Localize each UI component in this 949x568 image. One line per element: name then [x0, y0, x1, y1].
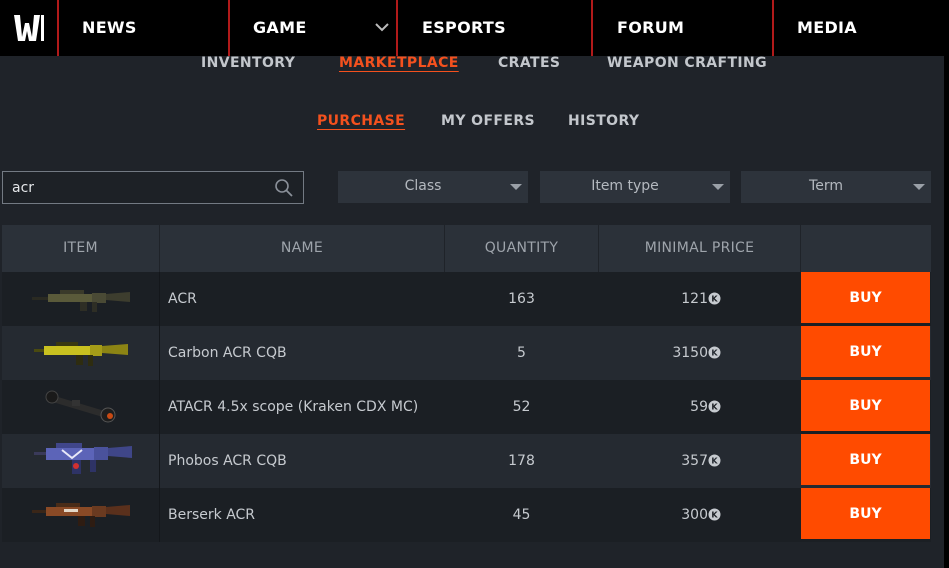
- top-navigation: NEWS GAME ESPORTS FORUM MEDIA: [0, 0, 949, 56]
- tab-purchase[interactable]: PURCHASE: [317, 113, 405, 129]
- column-header-item: ITEM: [63, 240, 98, 256]
- item-quantity: 52: [512, 399, 531, 415]
- class-filter-select[interactable]: Class: [338, 171, 528, 203]
- cell-divider: [159, 380, 160, 434]
- page-edge: [944, 0, 949, 568]
- item-type-filter-label: Item type: [591, 178, 659, 194]
- buy-button[interactable]: BUY: [801, 272, 930, 323]
- item-image: [2, 488, 159, 542]
- caret-down-icon: [913, 184, 925, 190]
- scope-icon: [45, 390, 116, 423]
- table-header: ITEM NAME QUANTITY MINIMAL PRICE: [2, 225, 931, 272]
- search-input[interactable]: [12, 177, 262, 199]
- item-name: Berserk ACR: [168, 507, 256, 523]
- nav-separator: [772, 0, 774, 56]
- item-quantity: 5: [517, 345, 526, 361]
- subnav-inventory[interactable]: INVENTORY: [201, 55, 295, 71]
- warface-logo-icon[interactable]: [0, 0, 57, 56]
- svg-text:K: K: [711, 457, 718, 466]
- kredit-coin-icon: K: [708, 454, 721, 467]
- svg-text:K: K: [711, 295, 718, 304]
- cell-divider: [159, 434, 160, 488]
- term-filter-select[interactable]: Term: [741, 171, 931, 203]
- item-name: Phobos ACR CQB: [168, 453, 287, 469]
- item-image: [2, 380, 159, 434]
- search-icon[interactable]: [274, 178, 294, 198]
- item-quantity: 163: [508, 291, 535, 307]
- nav-media[interactable]: MEDIA: [797, 0, 857, 56]
- kredit-coin-icon: K: [708, 508, 721, 521]
- subnav-marketplace[interactable]: MARKETPLACE: [339, 55, 459, 71]
- item-name: ATACR 4.5x scope (Kraken CDX MC): [168, 399, 419, 415]
- tab-history[interactable]: HISTORY: [568, 113, 639, 129]
- kredit-coin-icon: K: [708, 292, 721, 305]
- table-row: ATACR 4.5x scope (Kraken CDX MC) 52 59 K…: [2, 380, 931, 434]
- svg-text:K: K: [711, 403, 718, 412]
- item-image: [2, 326, 159, 380]
- acr-rifle-icon: [32, 290, 130, 312]
- item-price: 300: [681, 507, 708, 523]
- buy-button[interactable]: BUY: [801, 488, 930, 539]
- svg-text:K: K: [711, 349, 718, 358]
- item-image: [2, 434, 159, 488]
- table-row: ACR 163 121 K BUY: [2, 272, 931, 326]
- cell-divider: [159, 326, 160, 380]
- column-header-name: NAME: [280, 240, 324, 256]
- subnav-weapon-crafting[interactable]: WEAPON CRAFTING: [607, 55, 767, 71]
- column-divider: [800, 225, 801, 272]
- term-filter-label: Term: [809, 178, 843, 194]
- nav-game[interactable]: GAME: [253, 0, 307, 56]
- nav-separator: [57, 0, 59, 56]
- nav-separator: [396, 0, 398, 56]
- table-row: Phobos ACR CQB 178 357 K BUY: [2, 434, 931, 488]
- nav-forum[interactable]: FORUM: [617, 0, 684, 56]
- buy-button[interactable]: BUY: [801, 326, 930, 377]
- item-name: Carbon ACR CQB: [168, 345, 287, 361]
- column-header-minimal-price: MINIMAL PRICE: [644, 240, 755, 256]
- item-quantity: 45: [512, 507, 531, 523]
- buy-button[interactable]: BUY: [801, 380, 930, 431]
- nav-news[interactable]: NEWS: [82, 0, 137, 56]
- cell-divider: [159, 488, 160, 542]
- table-row: Carbon ACR CQB 5 3150 K BUY: [2, 326, 931, 380]
- item-name: ACR: [168, 291, 197, 307]
- nav-separator: [228, 0, 230, 56]
- phobos-acr-cqb-icon: [34, 443, 132, 474]
- cell-divider: [159, 272, 160, 326]
- nav-separator: [591, 0, 593, 56]
- column-header-quantity: QUANTITY: [484, 240, 559, 256]
- tab-my-offers[interactable]: MY OFFERS: [441, 113, 535, 129]
- table-row: Berserk ACR 45 300 K BUY: [2, 488, 931, 542]
- search-box: [2, 171, 304, 204]
- kredit-coin-icon: K: [708, 400, 721, 413]
- nav-esports[interactable]: ESPORTS: [422, 0, 506, 56]
- buy-button[interactable]: BUY: [801, 434, 930, 485]
- item-type-filter-select[interactable]: Item type: [540, 171, 730, 203]
- carbon-acr-cqb-icon: [34, 342, 128, 366]
- class-filter-label: Class: [404, 178, 442, 194]
- subnav-crates[interactable]: CRATES: [498, 55, 560, 71]
- caret-down-icon: [510, 184, 522, 190]
- svg-text:K: K: [711, 511, 718, 520]
- item-price: 59: [690, 399, 708, 415]
- caret-down-icon: [712, 184, 724, 190]
- kredit-coin-icon: K: [708, 346, 721, 359]
- chevron-down-icon[interactable]: [373, 18, 391, 36]
- item-price: 121: [681, 291, 708, 307]
- item-price: 357: [681, 453, 708, 469]
- item-price: 3150: [672, 345, 708, 361]
- berserk-acr-icon: [32, 503, 130, 527]
- item-image: [2, 272, 159, 326]
- item-quantity: 178: [508, 453, 535, 469]
